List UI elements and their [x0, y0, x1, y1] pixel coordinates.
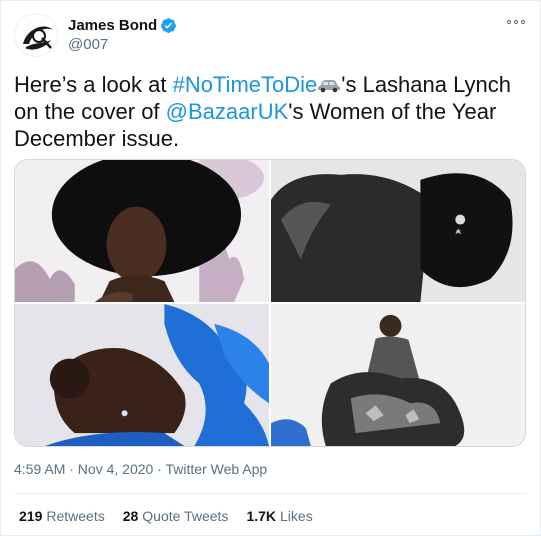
007-logo-avatar [15, 14, 57, 56]
portrait-blue-flowers-photo [15, 304, 269, 446]
tweet-header: James Bond @007 [14, 11, 527, 59]
retweets-label: Retweets [46, 508, 105, 524]
dot-icon [507, 20, 511, 24]
more-options-icon[interactable] [507, 17, 525, 27]
divider [14, 493, 527, 494]
engagement-stats: 219 Retweets 28 Quote Tweets 1.7K Likes [19, 508, 331, 524]
quote-tweets-stat[interactable]: 28 Quote Tweets [123, 508, 229, 524]
tweet-card: James Bond @007 Here’s a look at #NoTime… [0, 0, 541, 536]
photo-2[interactable] [271, 160, 525, 302]
car-emoji-icon [318, 80, 341, 93]
avatar[interactable] [14, 13, 58, 57]
verified-badge-icon [161, 18, 177, 33]
retweets-stat[interactable]: 219 Retweets [19, 508, 105, 524]
mention-link[interactable]: @BazaarUK [166, 99, 289, 124]
photo-4[interactable] [271, 304, 525, 446]
display-name[interactable]: James Bond [68, 17, 157, 34]
quotes-label: Quote Tweets [142, 508, 229, 524]
tweet-text: Here’s a look at #NoTimeToDie 's Lashana… [14, 71, 526, 152]
handle[interactable]: @007 [68, 36, 177, 53]
likes-stat[interactable]: 1.7K Likes [246, 508, 312, 524]
dot-icon [521, 20, 525, 24]
tweet-timestamp[interactable]: 4:59 AM · Nov 4, 2020 · Twitter Web App [14, 461, 267, 477]
media-grid [14, 159, 526, 447]
dot-icon [514, 20, 518, 24]
retweets-count: 219 [19, 508, 43, 524]
hashtag-link[interactable]: #NoTimeToDie [173, 72, 318, 97]
photo-1[interactable] [15, 160, 269, 302]
portrait-hat-photo [15, 160, 269, 302]
quotes-count: 28 [122, 508, 139, 524]
name-row: James Bond [68, 17, 177, 34]
likes-count: 1.7K [246, 508, 277, 524]
likes-label: Likes [280, 508, 313, 524]
text-prefix: Here’s a look at [14, 72, 173, 97]
author-names: James Bond @007 [68, 17, 177, 53]
profile-bw-photo [271, 160, 525, 302]
full-figure-photo [271, 304, 525, 446]
photo-3[interactable] [15, 304, 269, 446]
